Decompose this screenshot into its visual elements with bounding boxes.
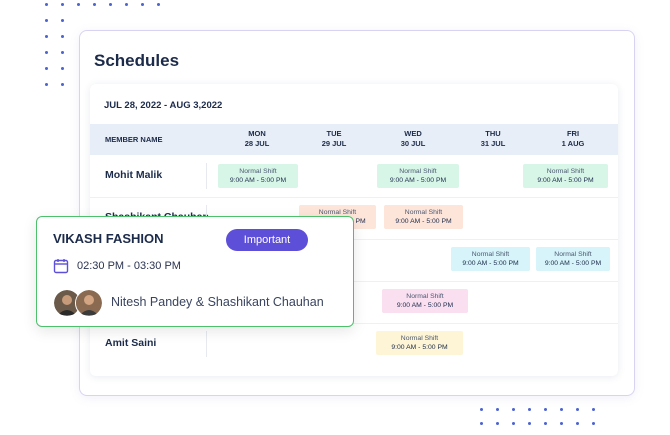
decorative-dot bbox=[61, 35, 64, 38]
table-row: Mohit Malik Normal Shift 9:00 AM - 5:00 … bbox=[90, 155, 618, 198]
decorative-dot bbox=[496, 408, 499, 411]
decorative-dot bbox=[496, 422, 499, 425]
shift-hours: 9:00 AM - 5:00 PM bbox=[396, 302, 454, 309]
member-name-header: MEMBER NAME bbox=[105, 135, 163, 144]
attendee-avatars bbox=[53, 289, 105, 317]
decorative-dot bbox=[528, 422, 531, 425]
shift-block[interactable]: Normal Shift 9:00 AM - 5:00 PM bbox=[377, 164, 459, 188]
shift-block[interactable]: Normal Shift 9:00 AM - 5:00 PM bbox=[536, 247, 610, 271]
decorative-dot bbox=[77, 3, 80, 6]
day-date: 29 JUL bbox=[321, 139, 347, 148]
day-name: THU bbox=[485, 129, 501, 138]
day-name: MON bbox=[248, 129, 266, 138]
event-time: 02:30 PM - 03:30 PM bbox=[77, 260, 181, 272]
decorative-dot bbox=[61, 51, 64, 54]
decorative-dot bbox=[576, 408, 579, 411]
shift-label: Normal Shift bbox=[546, 168, 585, 175]
day-date: 30 JUL bbox=[400, 139, 426, 148]
decorative-dot bbox=[480, 422, 483, 425]
decorative-dot bbox=[45, 35, 48, 38]
day-header-fri: FRI 1 AUG bbox=[553, 129, 593, 149]
day-header-thu: THU 31 JUL bbox=[473, 129, 513, 149]
decorative-dot bbox=[576, 422, 579, 425]
decorative-dots-bottom-right bbox=[480, 405, 610, 430]
decorative-dot bbox=[512, 408, 515, 411]
shift-label: Normal Shift bbox=[399, 168, 437, 175]
event-title: VIKASH FASHION bbox=[53, 231, 164, 246]
shift-hours: 9:00 AM - 5:00 PM bbox=[462, 260, 519, 267]
shift-hours: 9:00 AM - 5:00 PM bbox=[389, 177, 447, 184]
decorative-dot bbox=[45, 3, 48, 6]
shift-label: Normal Shift bbox=[471, 251, 510, 258]
day-date: 31 JUL bbox=[480, 139, 506, 148]
decorative-dot bbox=[157, 3, 160, 6]
decorative-dot bbox=[109, 3, 112, 6]
shift-block[interactable]: Normal Shift 9:00 AM - 5:00 PM bbox=[451, 247, 530, 271]
shift-hours: 9:00 AM - 5:00 PM bbox=[395, 218, 452, 225]
decorative-dot bbox=[61, 3, 64, 6]
table-header: MEMBER NAME MON 28 JUL TUE 29 JUL WED 30… bbox=[90, 124, 618, 155]
column-divider bbox=[206, 163, 207, 189]
schedules-panel: Schedules JUL 28, 2022 - AUG 3,2022 MEMB… bbox=[79, 30, 635, 396]
shift-block[interactable]: Normal Shift 9:00 AM - 5:00 PM bbox=[376, 331, 463, 355]
panel-title: Schedules bbox=[94, 51, 180, 70]
day-name: WED bbox=[404, 129, 422, 138]
decorative-dot bbox=[45, 83, 48, 86]
shift-block[interactable]: Normal Shift 9:00 AM - 5:00 PM bbox=[218, 164, 298, 188]
decorative-dot bbox=[528, 408, 531, 411]
member-name: Mohit Malik bbox=[105, 169, 163, 181]
decorative-dot bbox=[61, 67, 64, 70]
date-range[interactable]: JUL 28, 2022 - AUG 3,2022 bbox=[104, 100, 222, 111]
decorative-dot bbox=[560, 422, 563, 425]
decorative-dot bbox=[141, 3, 144, 6]
member-name: Amit Saini bbox=[105, 337, 157, 349]
column-divider bbox=[206, 331, 207, 357]
shift-block[interactable]: Normal Shift 9:00 AM - 5:00 PM bbox=[523, 164, 608, 188]
attendee-names: Nitesh Pandey & Shashikant Chauhan bbox=[111, 295, 324, 309]
decorative-dot bbox=[93, 3, 96, 6]
day-header-tue: TUE 29 JUL bbox=[314, 129, 354, 149]
important-badge[interactable]: Important bbox=[226, 229, 308, 251]
decorative-dot bbox=[544, 422, 547, 425]
day-date: 1 AUG bbox=[561, 139, 585, 148]
shift-label: Normal Shift bbox=[400, 335, 439, 342]
shift-label: Normal Shift bbox=[239, 168, 277, 175]
decorative-dot bbox=[592, 422, 595, 425]
shift-label: Normal Shift bbox=[554, 251, 592, 258]
day-header-mon: MON 28 JUL bbox=[237, 129, 277, 149]
day-name: FRI bbox=[566, 129, 580, 138]
day-name: TUE bbox=[326, 129, 342, 138]
decorative-dot bbox=[45, 19, 48, 22]
calendar-icon bbox=[53, 258, 69, 279]
decorative-dot bbox=[125, 3, 128, 6]
decorative-dot bbox=[560, 408, 563, 411]
shift-hours: 9:00 AM - 5:00 PM bbox=[544, 260, 602, 267]
shift-block[interactable]: Normal Shift 9:00 AM - 5:00 PM bbox=[382, 289, 468, 313]
decorative-dot bbox=[61, 83, 64, 86]
decorative-dot bbox=[592, 408, 595, 411]
decorative-dot bbox=[480, 408, 483, 411]
avatar bbox=[75, 289, 103, 317]
table-row: Amit Saini Normal Shift 9:00 AM - 5:00 P… bbox=[90, 323, 618, 365]
shift-hours: 9:00 AM - 5:00 PM bbox=[537, 177, 594, 184]
day-header-wed: WED 30 JUL bbox=[393, 129, 433, 149]
decorative-dot bbox=[544, 408, 547, 411]
shift-label: Normal Shift bbox=[406, 293, 444, 300]
shift-block[interactable]: Normal Shift 9:00 AM - 5:00 PM bbox=[384, 205, 463, 229]
decorative-dot bbox=[45, 67, 48, 70]
shift-hours: 9:00 AM - 5:00 PM bbox=[229, 177, 287, 184]
decorative-dot bbox=[61, 19, 64, 22]
shift-label: Normal Shift bbox=[404, 209, 443, 216]
decorative-dot bbox=[512, 422, 515, 425]
decorative-dot bbox=[45, 51, 48, 54]
event-card[interactable]: VIKASH FASHION Important 02:30 PM - 03:3… bbox=[36, 216, 354, 327]
shift-hours: 9:00 AM - 5:00 PM bbox=[391, 344, 448, 351]
day-date: 28 JUL bbox=[244, 139, 270, 148]
